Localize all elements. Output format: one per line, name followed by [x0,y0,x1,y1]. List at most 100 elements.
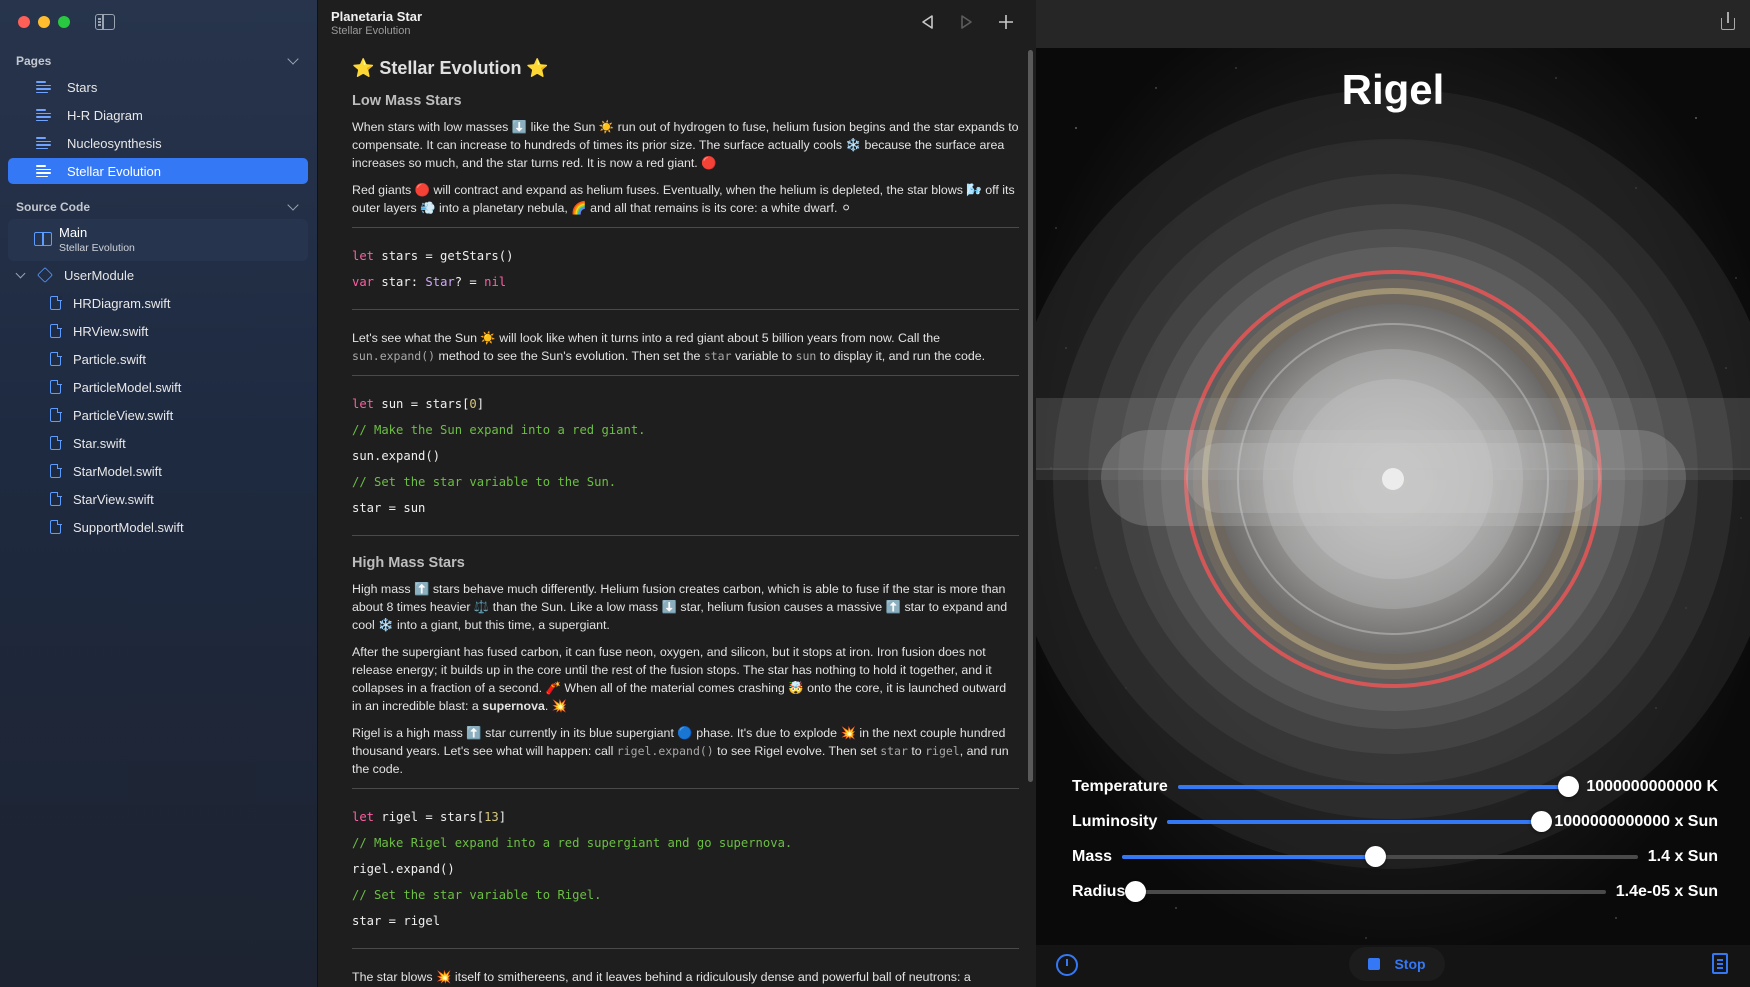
file-label: StarView.swift [73,491,154,507]
mass-slider[interactable] [1122,846,1638,867]
sidebar-item-stellar-evolution[interactable]: Stellar Evolution [8,158,308,184]
paragraph: Red giants 🔴 will contract and expand as… [352,183,1015,215]
share-icon[interactable] [1721,12,1735,30]
slider-label: Luminosity [1072,813,1158,830]
module-cube-icon [37,267,53,283]
file-label: HRView.swift [73,323,149,339]
pages-header-label: Pages [16,54,52,68]
slider-label: Mass [1072,848,1113,865]
sidebar-item-nucleosynthesis[interactable]: Nucleosynthesis [8,130,308,156]
code-comment[interactable]: // Set the star variable to the Sun. [352,473,1019,499]
code-comment[interactable]: // Make Rigel expand into a red supergia… [352,834,1019,860]
code-line[interactable]: var star: Star? = nil [352,273,1019,299]
log-icon[interactable] [1712,953,1728,974]
page-content: ⭐ Stellar Evolution ⭐ Low Mass Stars Whe… [352,58,1019,987]
chevron-down-icon[interactable] [287,199,299,211]
sidebar-item-main[interactable]: Main Stellar Evolution [8,219,308,261]
code-line[interactable]: rigel.expand() [352,860,1019,886]
slider-value: 1.4e-05 x Sun [1615,883,1718,900]
code-line[interactable]: let stars = getStars() [352,247,1019,273]
slider-fill [1122,855,1375,859]
star-core [1382,468,1404,490]
live-view: Rigel Temperature 1000000000000 K Lumino… [1036,0,1750,987]
paragraph: Rigel is a high mass ⬆️ star currently i… [352,726,1009,776]
code-comment[interactable]: // Make the Sun expand into a red giant. [352,421,1019,447]
code-block[interactable]: let stars = getStars() var star: Star? =… [352,247,1019,299]
pages-section-header[interactable]: Pages [16,52,301,70]
code-block[interactable]: let rigel = stars[13] // Make Rigel expa… [352,808,1019,938]
file-item[interactable]: Star.swift [8,430,308,456]
file-label: SupportModel.swift [73,519,184,535]
zoom-window-button[interactable] [58,16,70,28]
mass-slider-row: Mass 1.4 x Sun [1072,844,1718,870]
stop-button[interactable]: Stop [1349,947,1445,981]
code-line[interactable]: let sun = stars[0] [352,395,1019,421]
slider-label: Radius [1072,883,1126,900]
sidebar-item-hr-diagram[interactable]: H-R Diagram [8,102,308,128]
slider-knob[interactable] [1125,881,1147,902]
temperature-slider[interactable] [1177,776,1580,797]
temperature-slider-row: Temperature 1000000000000 K [1072,774,1718,800]
disclosure-chevron-icon[interactable] [15,268,26,278]
code-line[interactable]: let rigel = stars[13] [352,808,1019,834]
sidebar-item-label: Stellar Evolution [67,163,161,179]
file-label: Particle.swift [73,351,146,367]
file-item[interactable]: Particle.swift [8,346,308,372]
editor-scrollbar[interactable] [1028,50,1033,782]
page-icon [36,137,51,149]
book-icon [34,232,52,246]
sidebar: Pages Stars H-R Diagram Nucleosynthesis … [0,0,318,987]
slider-knob[interactable] [1530,811,1552,832]
code-line[interactable]: star = rigel [352,912,1019,938]
sidebar-toggle-icon[interactable] [95,14,115,30]
sidebar-item-label: Stars [67,79,98,95]
page-icon [36,165,51,177]
file-label: HRDiagram.swift [73,295,171,311]
chevron-down-icon[interactable] [287,53,299,65]
file-icon [50,519,62,534]
live-view-header [1036,0,1750,48]
live-view-footer: Stop [1036,945,1750,987]
file-item[interactable]: HRView.swift [8,318,308,344]
document-subtitle: Stellar Evolution [331,25,411,37]
file-icon [50,407,62,422]
file-item[interactable]: StarModel.swift [8,458,308,484]
slider-knob[interactable] [1558,776,1580,797]
source-code-section-header[interactable]: Source Code [16,198,301,216]
timer-icon[interactable] [1056,954,1078,976]
code-line[interactable]: sun.expand() [352,447,1019,473]
file-icon [50,295,62,310]
stop-icon [1368,958,1381,970]
divider [352,309,1019,310]
minimize-window-button[interactable] [38,16,50,28]
star-name-title: Rigel [1341,66,1445,113]
code-comment[interactable]: // Set the star variable to Rigel. [352,886,1019,912]
sidebar-item-stars[interactable]: Stars [8,74,308,100]
paragraph: Let's see what the Sun ☀️ will look like… [352,331,986,363]
add-icon[interactable] [997,13,1015,31]
code-line[interactable]: star = sun [352,499,1019,525]
run-icon[interactable] [957,13,975,31]
code-block[interactable]: let sun = stars[0] // Make the Sun expan… [352,395,1019,525]
divider [352,375,1019,376]
luminosity-slider[interactable] [1167,811,1552,832]
page-icon [36,81,51,93]
back-icon[interactable] [919,13,937,31]
file-icon [50,435,62,450]
sidebar-item-user-module[interactable]: UserModule [8,262,308,288]
file-item[interactable]: ParticleView.swift [8,402,308,428]
divider [352,788,1019,789]
slider-value: 1.4 x Sun [1647,848,1718,865]
file-item[interactable]: HRDiagram.swift [8,290,308,316]
page-heading: ⭐ Stellar Evolution ⭐ [352,58,549,78]
radius-slider[interactable] [1125,881,1606,902]
slider-knob[interactable] [1364,846,1386,867]
paragraph: When stars with low masses ⬇️ like the S… [352,120,1019,170]
file-label: StarModel.swift [73,463,162,479]
close-window-button[interactable] [18,16,30,28]
file-item[interactable]: StarView.swift [8,486,308,512]
radius-slider-row: Radius 1.4e-05 x Sun [1072,879,1718,905]
file-item[interactable]: SupportModel.swift [8,514,308,540]
file-item[interactable]: ParticleModel.swift [8,374,308,400]
window-controls [18,16,70,28]
